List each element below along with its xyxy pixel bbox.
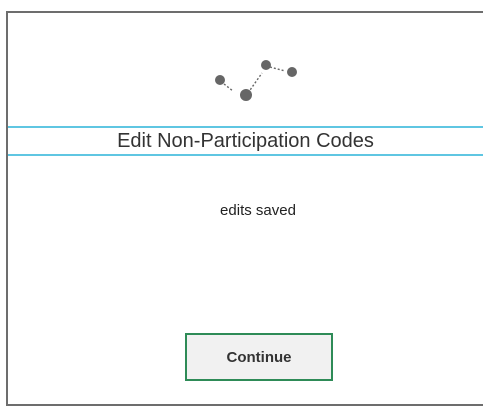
title-divider-bottom — [8, 154, 483, 156]
dialog-window: Edit Non-Participation Codes edits saved… — [0, 0, 483, 406]
continue-button[interactable]: Continue — [185, 333, 333, 381]
dialog-title: Edit Non-Participation Codes — [117, 130, 374, 152]
status-message: edits saved — [220, 202, 296, 219]
frame-border-top — [6, 11, 483, 13]
connected-dots-icon — [215, 60, 297, 101]
